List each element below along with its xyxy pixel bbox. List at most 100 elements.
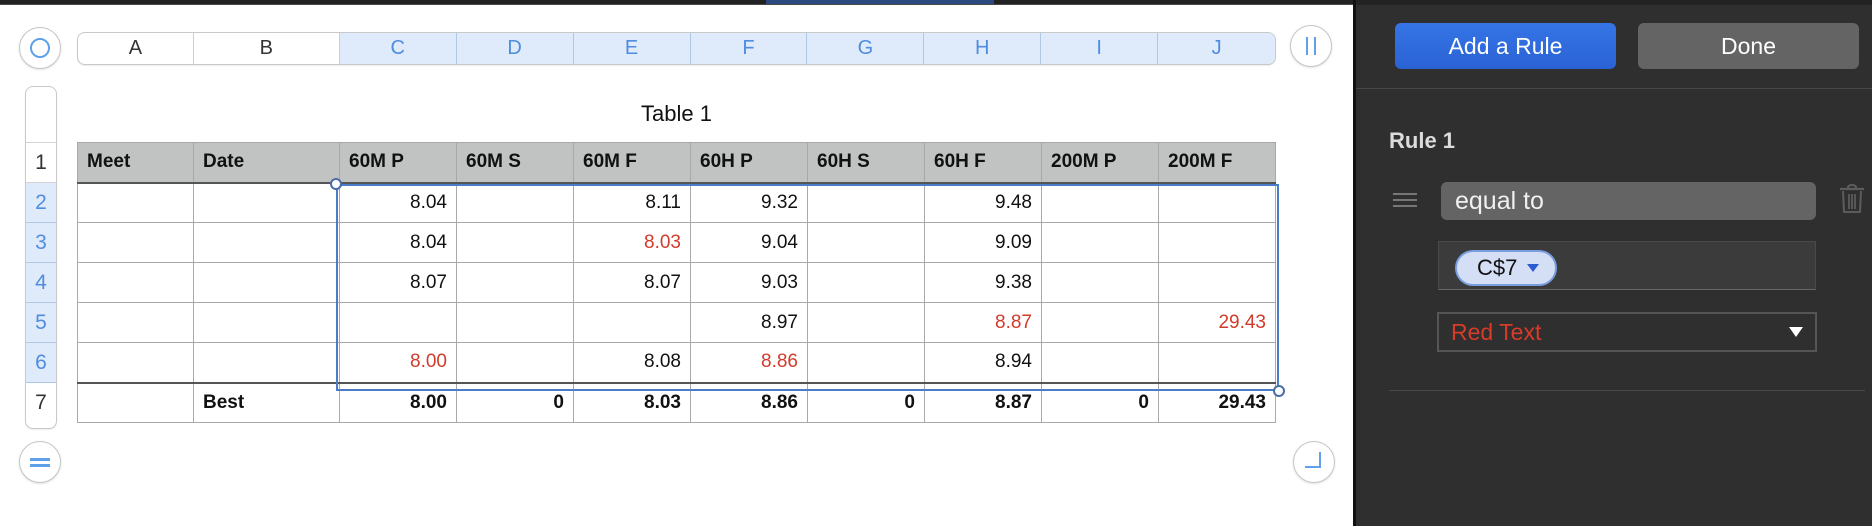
column-header-j[interactable]: J [1158,33,1275,64]
footer-cell[interactable]: 0 [456,381,574,423]
row-header-3[interactable]: 3 [26,223,56,263]
column-header-e[interactable]: E [573,33,691,64]
table-cell[interactable]: 8.11 [573,182,691,223]
header-cell[interactable]: 60M F [573,142,691,184]
table-cell[interactable]: 8.94 [924,342,1042,383]
header-cell[interactable]: Meet [77,142,194,184]
table-cell[interactable] [77,262,194,303]
table-cell[interactable]: 8.97 [690,302,808,343]
footer-cell[interactable]: 0 [807,381,925,423]
resize-table-handle[interactable] [1293,441,1335,483]
table-title[interactable]: Table 1 [77,101,1276,127]
header-cell[interactable]: 60M P [339,142,457,184]
cell-reference-token[interactable]: C$7 [1455,250,1558,286]
column-header-h[interactable]: H [924,33,1042,64]
done-button[interactable]: Done [1638,23,1859,69]
footer-cell[interactable] [77,381,194,423]
column-header-f[interactable]: F [690,33,808,64]
table-cell[interactable] [193,302,340,343]
table-cell[interactable] [1158,222,1276,263]
table-cell[interactable] [77,302,194,343]
footer-cell[interactable]: 8.86 [690,381,808,423]
table-cell[interactable] [193,262,340,303]
table-cell[interactable] [456,302,574,343]
table-cell[interactable] [807,342,925,383]
column-header-g[interactable]: G [807,33,925,64]
table-cell[interactable] [1041,302,1159,343]
table-cell[interactable]: 8.87 [924,302,1042,343]
trash-icon[interactable] [1839,183,1865,219]
add-row-handle[interactable] [19,441,61,483]
header-cell[interactable]: 60H F [924,142,1042,184]
table-cell[interactable]: 8.07 [573,262,691,303]
table-cell[interactable]: 8.08 [573,342,691,383]
header-cell[interactable]: 200M P [1041,142,1159,184]
table-cell[interactable]: 9.48 [924,182,1042,223]
table-cell[interactable] [1041,222,1159,263]
table-cell[interactable]: 9.09 [924,222,1042,263]
table-cell[interactable] [807,182,925,223]
table-cell[interactable] [1158,342,1276,383]
table-cell[interactable] [77,182,194,223]
column-header-i[interactable]: I [1041,33,1159,64]
table-cell[interactable] [456,182,574,223]
table-cell[interactable]: 9.32 [690,182,808,223]
table-cell[interactable] [456,222,574,263]
header-cell[interactable]: 60H S [807,142,925,184]
table-cell[interactable] [193,182,340,223]
footer-cell[interactable]: Best [193,381,340,423]
footer-cell[interactable]: 29.43 [1158,381,1276,423]
drag-handle-icon[interactable] [1393,193,1417,207]
table-cell[interactable] [1158,262,1276,303]
column-header-b[interactable]: B [194,33,340,64]
table-cell[interactable] [807,222,925,263]
header-cell[interactable]: 60M S [456,142,574,184]
table-cell[interactable] [807,302,925,343]
row-header-6[interactable]: 6 [26,343,56,383]
table-cell[interactable]: 8.07 [339,262,457,303]
selection-handle-top-left[interactable] [330,178,342,190]
row-header-4[interactable]: 4 [26,263,56,303]
table-cell[interactable] [456,342,574,383]
table-cell[interactable]: 8.03 [573,222,691,263]
header-cell[interactable]: 60H P [690,142,808,184]
header-cell[interactable]: 200M F [1158,142,1276,184]
footer-cell[interactable]: 8.87 [924,381,1042,423]
table-cell[interactable]: 9.38 [924,262,1042,303]
table-cell[interactable] [573,302,691,343]
add-rule-button[interactable]: Add a Rule [1395,23,1616,69]
table-cell[interactable]: 8.86 [690,342,808,383]
table-cell[interactable] [1041,262,1159,303]
table-cell[interactable] [456,262,574,303]
row-header-5[interactable]: 5 [26,303,56,343]
column-header-d[interactable]: D [456,33,574,64]
table-cell[interactable]: 29.43 [1158,302,1276,343]
highlight-style-dropdown[interactable]: Red Text [1437,312,1817,352]
header-cell[interactable]: Date [193,142,340,184]
footer-cell[interactable]: 0 [1041,381,1159,423]
row-header-2[interactable]: 2 [26,183,56,223]
table-cell[interactable] [807,262,925,303]
footer-cell[interactable]: 8.03 [573,381,691,423]
table-cell[interactable] [1158,182,1276,223]
footer-cell[interactable]: 8.00 [339,381,457,423]
table-cell[interactable] [339,302,457,343]
table-cell[interactable]: 8.04 [339,182,457,223]
table-cell[interactable]: 8.04 [339,222,457,263]
column-header-a[interactable]: A [78,33,194,64]
table-cell[interactable] [193,342,340,383]
table-cell[interactable] [1041,182,1159,223]
selection-handle-bottom-right[interactable] [1273,385,1285,397]
table-cell[interactable] [77,342,194,383]
column-header-c[interactable]: C [339,33,457,64]
rule-value-field[interactable]: C$7 [1438,241,1816,290]
row-header-1[interactable]: 1 [26,143,56,183]
table-cell[interactable]: 8.00 [339,342,457,383]
add-column-handle[interactable] [1290,25,1332,67]
table-cell[interactable]: 9.04 [690,222,808,263]
table-cell[interactable] [193,222,340,263]
select-table-button[interactable] [19,27,61,69]
table-cell[interactable] [1041,342,1159,383]
table-cell[interactable]: 9.03 [690,262,808,303]
table-cell[interactable] [77,222,194,263]
